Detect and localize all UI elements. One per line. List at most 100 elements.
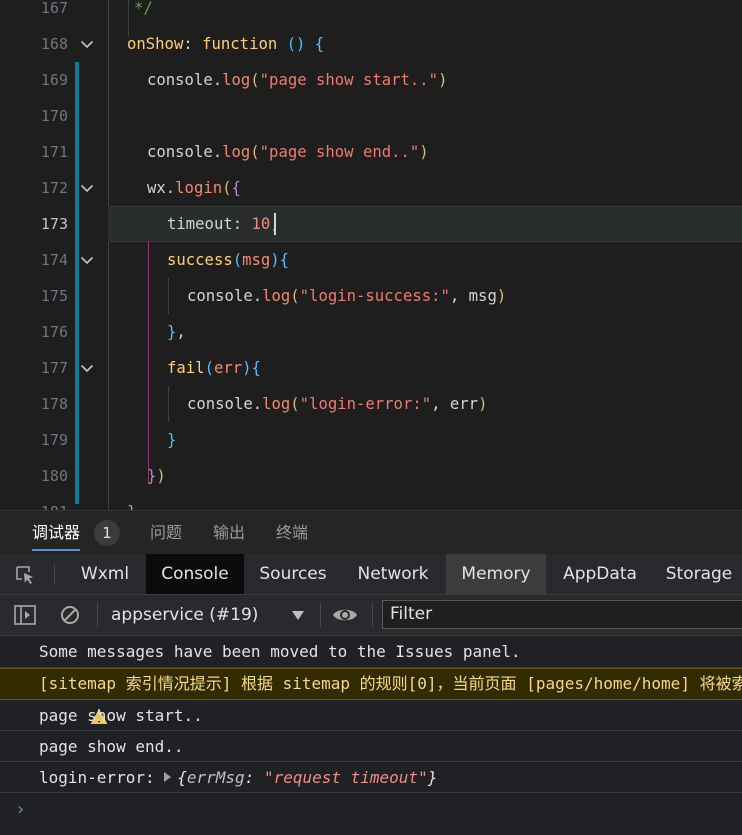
code-token: ) xyxy=(419,143,429,161)
tab-console[interactable]: Console xyxy=(146,554,244,594)
sidebar-toggle-icon[interactable] xyxy=(13,604,37,626)
code-line[interactable]: 171 console.log("page show end..") xyxy=(0,134,742,170)
clear-console-icon[interactable] xyxy=(58,604,82,626)
tab-issues[interactable]: 问题 xyxy=(150,511,182,555)
code-text: }, xyxy=(167,314,186,350)
code-token: { xyxy=(251,359,261,377)
code-line[interactable]: 170 xyxy=(0,98,742,134)
code-line[interactable]: 174 success(msg){ xyxy=(0,242,742,278)
code-line[interactable]: 180}) xyxy=(0,458,742,494)
code-text: } xyxy=(167,422,176,458)
code-line[interactable]: 181}, xyxy=(0,494,742,510)
code-token: , err xyxy=(431,395,479,413)
code-token: . xyxy=(252,287,263,305)
tab-wxml[interactable]: Wxml xyxy=(66,554,144,594)
fold-chevron-icon[interactable] xyxy=(80,253,94,267)
issues-count-badge: 1 xyxy=(94,520,120,546)
code-token: "page show end.." xyxy=(259,143,420,161)
code-line[interactable]: 176}, xyxy=(0,314,742,350)
code-token: function xyxy=(202,35,278,53)
filter-input[interactable]: Filter xyxy=(382,600,742,629)
log-text: page show end.. xyxy=(39,737,184,756)
code-text: timeout: 10, xyxy=(167,206,280,242)
line-number: 173 xyxy=(40,215,68,233)
fold-chevron-icon[interactable] xyxy=(80,361,94,375)
fold-chevron-icon[interactable] xyxy=(80,37,94,51)
code-token: "login-error:" xyxy=(299,395,432,413)
tab-appdata[interactable]: AppData xyxy=(550,554,650,594)
tab-output[interactable]: 输出 xyxy=(213,511,245,555)
code-line[interactable]: 179} xyxy=(0,422,742,458)
fold-chevron-icon[interactable] xyxy=(80,181,94,195)
code-line[interactable]: 178 console.log("login-error:", err) xyxy=(0,386,742,422)
console-message-warning: [sitemap 索引情况提示] 根据 sitemap 的规则[0]，当前页面 … xyxy=(0,668,742,724)
log-text-error: login-error: {errMsg: "request timeout"} xyxy=(39,762,437,793)
line-number: 167 xyxy=(40,0,68,17)
line-number: 170 xyxy=(40,107,68,125)
code-token: ) xyxy=(496,287,507,305)
object-value: "request timeout" xyxy=(263,768,428,787)
expand-triangle-icon[interactable] xyxy=(164,772,172,782)
code-token: ( xyxy=(232,251,243,269)
tab-debugger[interactable]: 调试器 xyxy=(32,511,81,555)
code-token: "page show start.." xyxy=(259,71,439,89)
code-line[interactable]: 167 */ xyxy=(0,0,742,26)
code-text: success(msg){ xyxy=(167,242,289,278)
toolbar-divider xyxy=(97,603,98,627)
code-text: onShow: function () { xyxy=(127,26,324,62)
warning-text: [sitemap 索引情况提示] 根据 sitemap 的规则[0]，当前页面 … xyxy=(39,674,742,693)
object-close-brace: } xyxy=(427,768,438,787)
tab-storage[interactable]: Storage xyxy=(656,554,742,594)
console-prompt-icon[interactable]: › xyxy=(15,799,26,820)
console-log-row: page show start.. xyxy=(0,700,742,731)
console-log-row: page show end.. xyxy=(0,731,742,762)
code-text: wx.login({ xyxy=(147,170,241,206)
tab-memory[interactable]: Memory xyxy=(446,554,546,594)
code-token: : xyxy=(183,35,203,53)
code-text: console.log("login-success:", msg) xyxy=(187,278,506,314)
code-text: */ xyxy=(134,0,153,26)
code-token: () xyxy=(286,35,306,53)
code-line[interactable]: 168 onShow: function () { xyxy=(0,26,742,62)
tab-sources[interactable]: Sources xyxy=(246,554,340,594)
line-number: 177 xyxy=(40,359,68,377)
code-text: console.log("page show start..") xyxy=(147,62,447,98)
line-number: 172 xyxy=(40,179,68,197)
text-caret xyxy=(274,213,276,235)
code-token: , xyxy=(176,323,186,341)
code-token: ) xyxy=(438,71,448,89)
code-token: timeout xyxy=(167,215,233,233)
line-number: 180 xyxy=(40,467,68,485)
code-token: . xyxy=(252,395,263,413)
code-editor[interactable]: 167 */ 168 onShow: function () {169 console.… xyxy=(0,0,742,510)
context-selector[interactable]: appservice (#19) xyxy=(111,595,258,635)
console-message-info: Some messages have been moved to the Iss… xyxy=(0,636,742,695)
code-line[interactable]: 173 timeout: 10, xyxy=(0,206,742,242)
chevron-down-icon[interactable] xyxy=(292,611,304,620)
line-number: 176 xyxy=(40,323,68,341)
code-line[interactable]: 172 wx.login({ xyxy=(0,170,742,206)
code-token: console xyxy=(147,143,213,161)
code-token: */ xyxy=(134,0,153,17)
code-token: console xyxy=(187,287,253,305)
inspect-element-icon[interactable] xyxy=(14,564,36,586)
panel-tab-bar: 调试器 1 问题 输出 终端 xyxy=(0,510,742,555)
code-token: log xyxy=(222,71,251,89)
code-text: fail(err){ xyxy=(167,350,261,386)
code-token: log xyxy=(222,143,251,161)
tab-terminal[interactable]: 终端 xyxy=(276,511,308,555)
wechat-devtools-window: 167 */ 168 onShow: function () {169 console.… xyxy=(0,0,742,835)
code-line[interactable]: 177 fail(err){ xyxy=(0,350,742,386)
code-line[interactable]: 169 console.log("page show start..") xyxy=(0,62,742,98)
console-log-row: login-error: {errMsg: "request timeout"} xyxy=(0,762,742,793)
line-number: 179 xyxy=(40,431,68,449)
code-token: ) xyxy=(242,359,252,377)
code-line[interactable]: 175 console.log("login-success:", msg) xyxy=(0,278,742,314)
code-text: }, xyxy=(127,494,146,510)
tab-network[interactable]: Network xyxy=(344,554,442,594)
line-number: 168 xyxy=(40,35,68,53)
code-token: . xyxy=(165,179,176,197)
eye-icon[interactable] xyxy=(332,604,357,626)
code-token: console xyxy=(187,395,253,413)
